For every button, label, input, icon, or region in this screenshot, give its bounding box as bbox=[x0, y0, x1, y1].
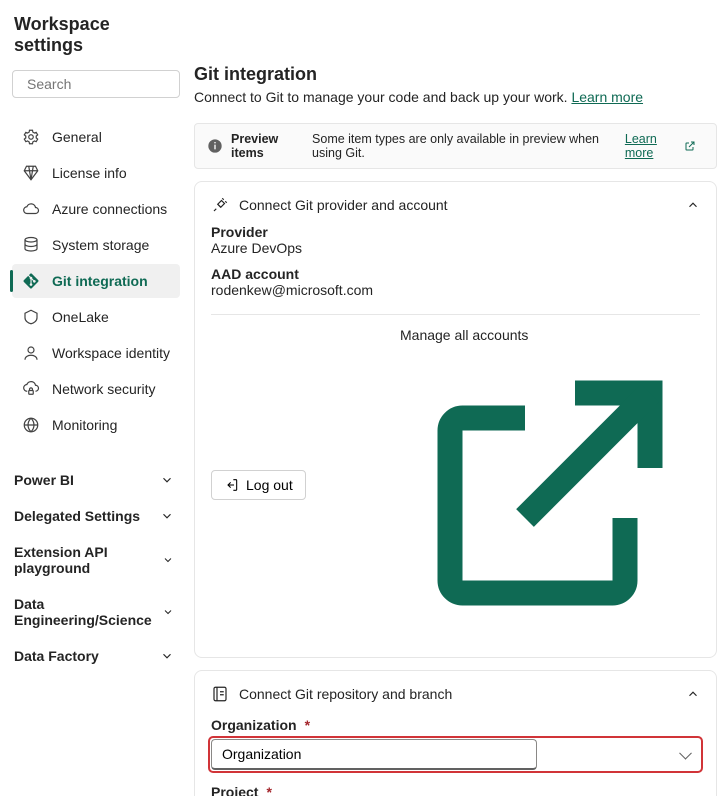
manage-accounts-link[interactable]: Manage all accounts bbox=[400, 327, 700, 643]
learn-more-link[interactable]: Learn more bbox=[571, 89, 643, 105]
account-value: rodenkew@microsoft.com bbox=[211, 282, 700, 298]
sidebar-item-storage[interactable]: System storage bbox=[12, 228, 180, 262]
project-label: Project* bbox=[211, 784, 700, 796]
sidebar-item-label: OneLake bbox=[52, 309, 109, 325]
provider-label: Provider bbox=[211, 224, 700, 240]
page-title: Workspace settings bbox=[12, 0, 180, 70]
nav-group-label: Delegated Settings bbox=[14, 508, 140, 524]
repo-card: Connect Git repository and branch Organi… bbox=[194, 670, 717, 796]
banner-learn-more-link[interactable]: Learn more bbox=[625, 132, 704, 160]
sidebar-item-label: System storage bbox=[52, 237, 149, 253]
section-desc-text: Connect to Git to manage your code and b… bbox=[194, 89, 571, 105]
sidebar-item-license[interactable]: License info bbox=[12, 156, 180, 190]
chevron-down-icon bbox=[162, 553, 174, 567]
chevron-up-icon[interactable] bbox=[686, 687, 700, 701]
repo-icon bbox=[211, 685, 229, 703]
nav-group-label: Data Engineering/Science bbox=[14, 596, 162, 628]
repo-card-title: Connect Git repository and branch bbox=[239, 686, 452, 702]
sidebar-item-network[interactable]: Network security bbox=[12, 372, 180, 406]
search-input[interactable] bbox=[27, 76, 208, 92]
person-icon bbox=[22, 344, 40, 362]
gear-icon bbox=[22, 128, 40, 146]
banner-text: Some item types are only available in pr… bbox=[312, 132, 621, 160]
sidebar-item-label: Network security bbox=[52, 381, 155, 397]
globe-icon bbox=[22, 416, 40, 434]
search-input-wrap[interactable] bbox=[12, 70, 180, 98]
cloud-icon bbox=[22, 200, 40, 218]
nav-group-delegated[interactable]: Delegated Settings bbox=[12, 498, 180, 534]
account-label: AAD account bbox=[211, 266, 700, 282]
cloud-lock-icon bbox=[22, 380, 40, 398]
logout-icon bbox=[224, 477, 240, 493]
organization-label: Organization* bbox=[211, 717, 700, 733]
preview-banner: Preview items Some item types are only a… bbox=[194, 123, 717, 169]
onelake-icon bbox=[22, 308, 40, 326]
banner-bold: Preview items bbox=[231, 132, 306, 160]
chevron-down-icon bbox=[160, 649, 174, 663]
organization-select[interactable] bbox=[211, 739, 537, 770]
provider-card-title: Connect Git provider and account bbox=[239, 197, 448, 213]
sidebar-item-monitoring[interactable]: Monitoring bbox=[12, 408, 180, 442]
organization-select-wrap bbox=[211, 739, 700, 770]
section-title: Git integration bbox=[194, 64, 717, 85]
sidebar-item-identity[interactable]: Workspace identity bbox=[12, 336, 180, 370]
provider-card: Connect Git provider and account Provide… bbox=[194, 181, 717, 658]
nav-group-dataeng[interactable]: Data Engineering/Science bbox=[12, 586, 180, 638]
chevron-down-icon bbox=[160, 473, 174, 487]
external-link-icon bbox=[400, 343, 700, 643]
git-icon bbox=[22, 272, 40, 290]
nav-group-extension[interactable]: Extension API playground bbox=[12, 534, 180, 586]
sidebar-item-label: Workspace identity bbox=[52, 345, 170, 361]
chevron-down-icon bbox=[160, 509, 174, 523]
nav-group-label: Extension API playground bbox=[14, 544, 162, 576]
sidebar-item-label: Git integration bbox=[52, 273, 148, 289]
chevron-up-icon[interactable] bbox=[686, 198, 700, 212]
sidebar-nav: General License info Azure connections S… bbox=[12, 120, 180, 674]
section-desc: Connect to Git to manage your code and b… bbox=[194, 89, 717, 105]
external-link-icon bbox=[684, 140, 696, 152]
database-icon bbox=[22, 236, 40, 254]
banner-link-text: Learn more bbox=[625, 132, 680, 160]
info-icon bbox=[207, 138, 223, 154]
manage-accounts-label: Manage all accounts bbox=[400, 327, 528, 343]
sidebar-item-label: Monitoring bbox=[52, 417, 117, 433]
divider bbox=[211, 314, 700, 315]
logout-label: Log out bbox=[246, 477, 293, 493]
diamond-icon bbox=[22, 164, 40, 182]
sidebar-item-git[interactable]: Git integration bbox=[12, 264, 180, 298]
sidebar-item-label: License info bbox=[52, 165, 127, 181]
logout-button[interactable]: Log out bbox=[211, 470, 306, 500]
nav-group-datafactory[interactable]: Data Factory bbox=[12, 638, 180, 674]
sidebar-item-label: Azure connections bbox=[52, 201, 167, 217]
nav-group-label: Data Factory bbox=[14, 648, 99, 664]
plug-icon bbox=[211, 196, 229, 214]
provider-value: Azure DevOps bbox=[211, 240, 700, 256]
sidebar-item-general[interactable]: General bbox=[12, 120, 180, 154]
nav-group-label: Power BI bbox=[14, 472, 74, 488]
sidebar-item-azure[interactable]: Azure connections bbox=[12, 192, 180, 226]
sidebar-item-label: General bbox=[52, 129, 102, 145]
sidebar-item-onelake[interactable]: OneLake bbox=[12, 300, 180, 334]
nav-group-powerbi[interactable]: Power BI bbox=[12, 462, 180, 498]
chevron-down-icon bbox=[162, 605, 174, 619]
